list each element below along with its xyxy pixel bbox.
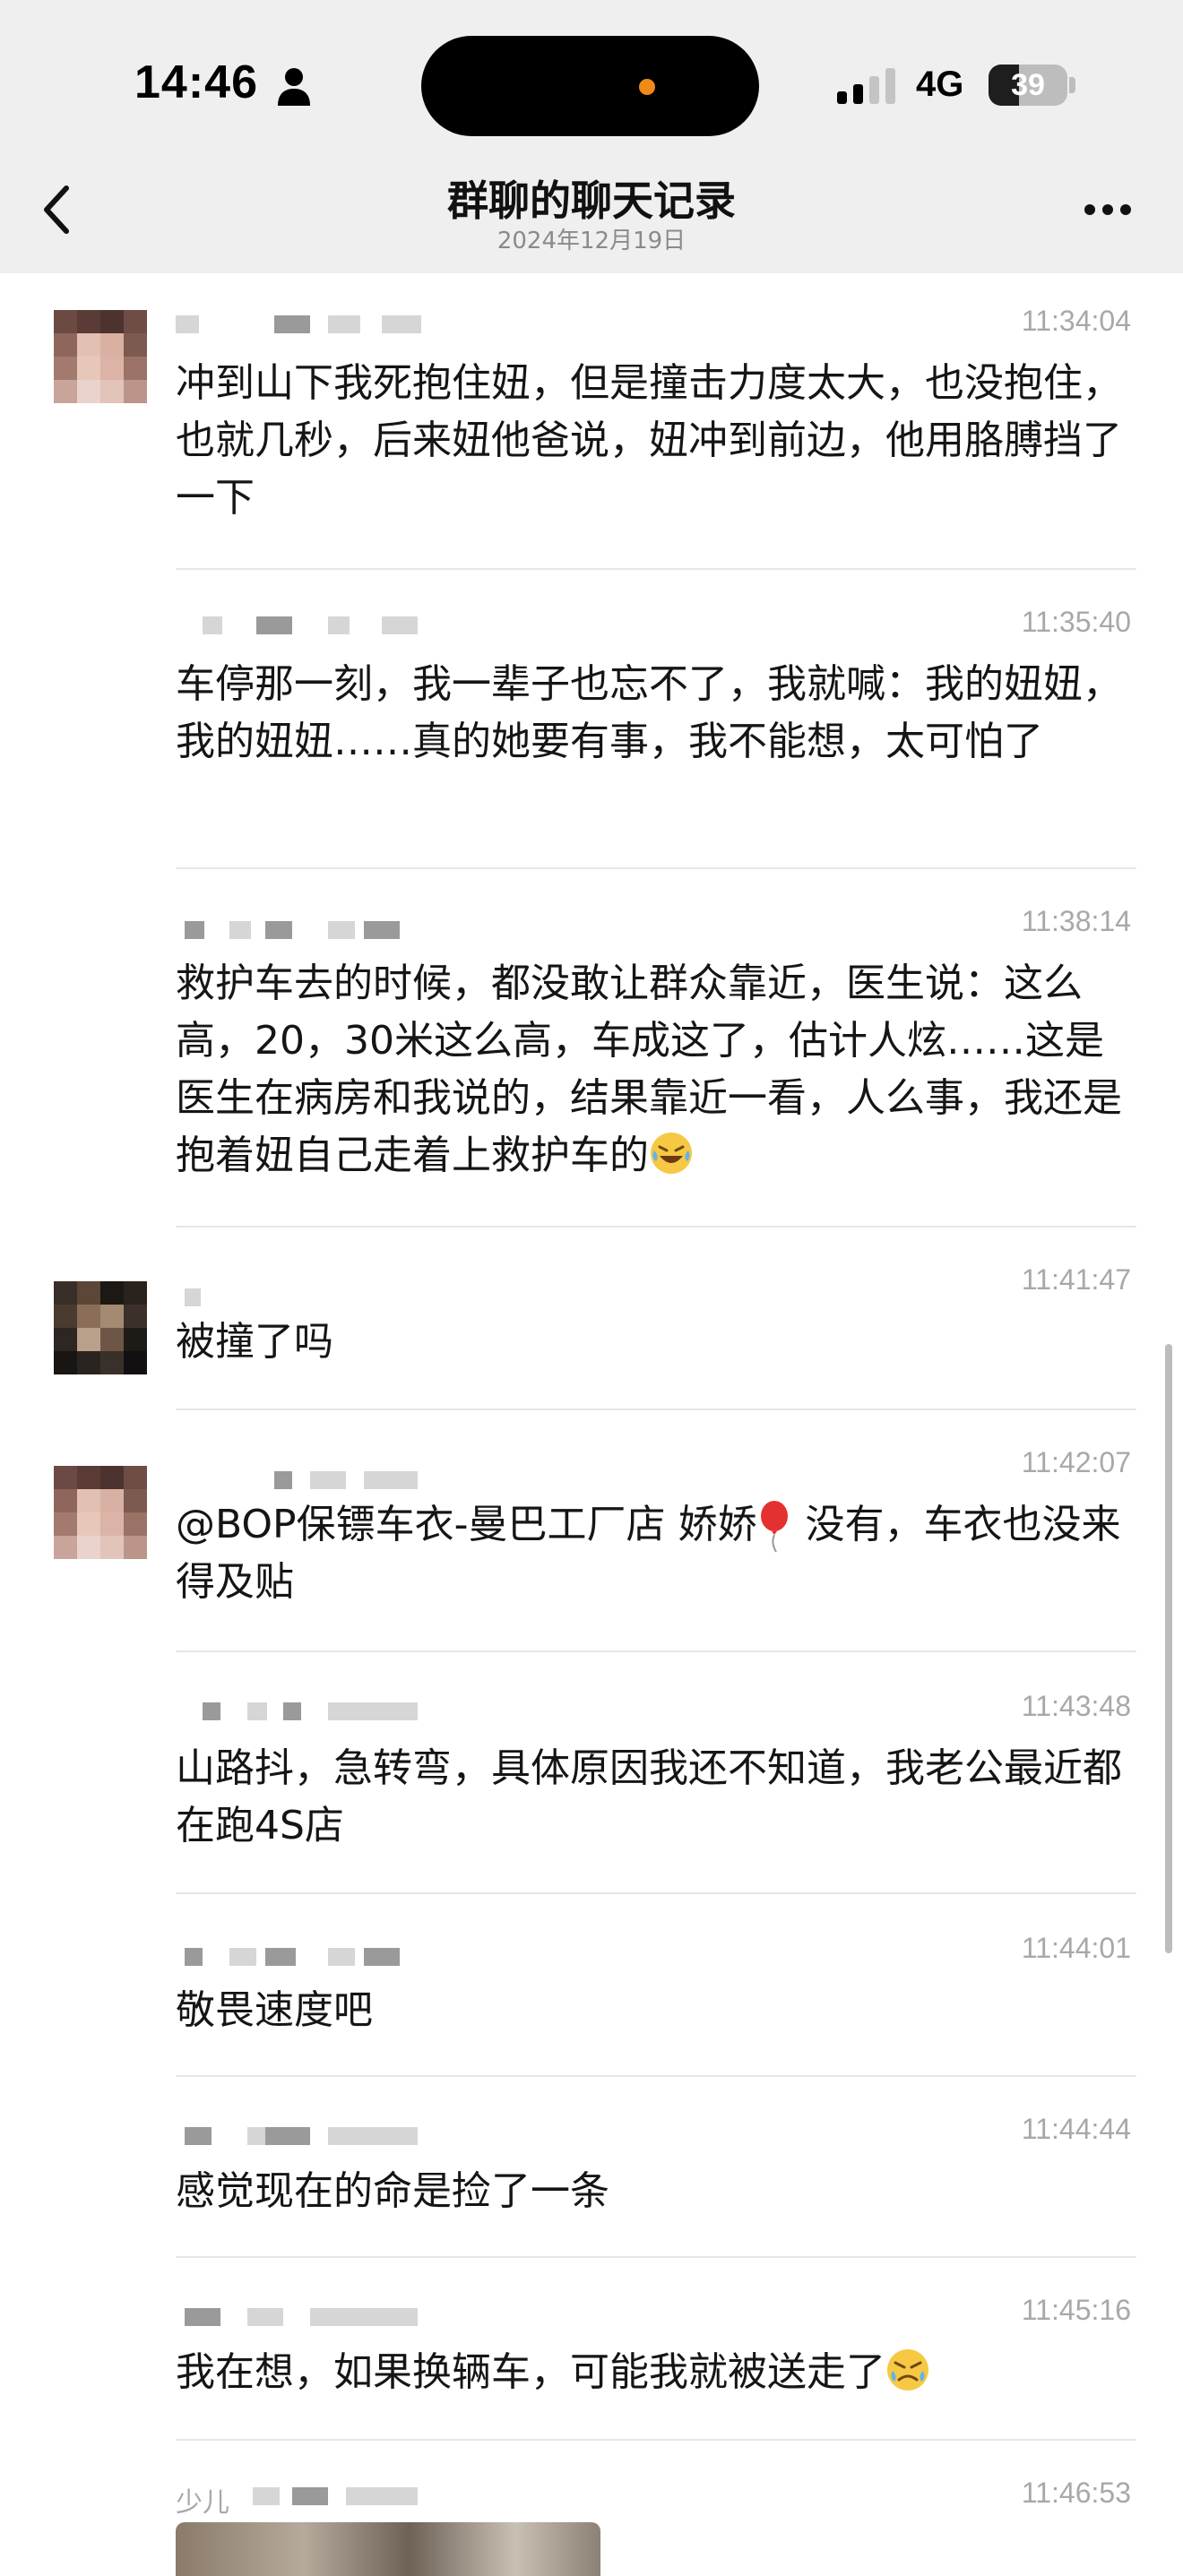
battery-level: 39 xyxy=(1011,68,1045,102)
sender-name-blurred xyxy=(176,914,445,944)
message-divider xyxy=(176,2075,1136,2077)
message-text: 我在想，如果换辆车，可能我就被送走了 xyxy=(176,2344,1135,2401)
mention-link[interactable]: @BOP保镖车衣-曼巴工厂店 娇娇 xyxy=(176,1502,756,1547)
battery-cap xyxy=(1069,77,1075,93)
message-text: 山路抖，急转弯，具体原因我还不知道，我老公最近都在跑4S店 xyxy=(176,1745,1122,1848)
message-divider xyxy=(176,1650,1136,1652)
page-title: 群聊的聊天记录 xyxy=(447,177,736,225)
sender-name-blurred xyxy=(176,308,445,339)
sender-name-blurred xyxy=(176,1464,445,1495)
message-divider xyxy=(176,1409,1136,1410)
message-text: 冲到山下我死抱住妞，但是撞击力度太大，也没抱住，也就几秒，后来妞他爸说，妞冲到前… xyxy=(176,360,1122,521)
message-divider xyxy=(176,568,1136,570)
message-time: 11:35:40 xyxy=(1021,606,1131,638)
signal-bars-icon xyxy=(837,68,895,104)
top-bar: 14:46 4G 39 群聊的聊天记录 2024年12月19日 xyxy=(0,0,1183,273)
message-time: 11:46:53 xyxy=(1021,2477,1131,2509)
message-time: 11:41:47 xyxy=(1021,1263,1131,1296)
message-text: 被撞了吗 xyxy=(176,1319,333,1365)
scrollbar[interactable] xyxy=(1165,1344,1172,1953)
sender-name-blurred xyxy=(176,1941,445,1971)
message-text: 感觉现在的命是捡了一条 xyxy=(176,2168,609,2214)
recording-indicator-icon xyxy=(639,79,655,95)
sender-name-blurred xyxy=(176,1281,445,1312)
message-divider xyxy=(176,1892,1136,1894)
message-divider xyxy=(176,1226,1136,1228)
message-text: 车停那一刻，我一辈子也忘不了，我就喊：我的妞妞，我的妞妞……真的她要有事，我不能… xyxy=(176,661,1122,764)
message-divider xyxy=(176,2439,1136,2441)
message-time: 11:44:01 xyxy=(1021,1932,1131,1964)
message-time: 11:38:14 xyxy=(1021,905,1131,937)
page-date: 2024年12月19日 xyxy=(497,228,686,254)
sender-name-blurred xyxy=(176,609,445,640)
message-time: 11:43:48 xyxy=(1021,1690,1131,1722)
message-time: 11:44:44 xyxy=(1021,2113,1131,2145)
message-text: @BOP保镖车衣-曼巴工厂店 娇娇 没有，车衣也没来得及贴 xyxy=(176,1496,1135,1611)
message-text: 救护车去的时候，都没敢让群众靠近，医生说：这么高，20，30米这么高，车成这了，… xyxy=(176,955,1135,1185)
message-divider xyxy=(176,867,1136,869)
angry-face-emoji-icon xyxy=(887,2349,928,2391)
status-time: 14:46 xyxy=(134,56,258,108)
sender-name-blurred xyxy=(176,1695,445,1726)
message-text-body: 我在想，如果换辆车，可能我就被送走了 xyxy=(176,2349,885,2395)
dynamic-island xyxy=(421,36,759,136)
avatar[interactable] xyxy=(54,1466,147,1559)
image-thumbnail[interactable] xyxy=(176,2522,600,2576)
message-time: 11:34:04 xyxy=(1021,305,1131,337)
sender-name: 少儿 xyxy=(176,2480,445,2519)
avatar[interactable] xyxy=(54,310,147,403)
person-icon xyxy=(278,68,310,106)
message-time: 11:42:07 xyxy=(1021,1446,1131,1478)
sender-name-blurred xyxy=(176,2120,445,2150)
balloon-emoji-icon xyxy=(761,1501,789,1553)
message-time: 11:45:16 xyxy=(1021,2294,1131,2326)
message-text: 敬畏速度吧 xyxy=(176,1987,373,2033)
network-type: 4G xyxy=(916,65,964,104)
sender-name-blurred xyxy=(176,2301,445,2331)
ellipsis-icon[interactable] xyxy=(1083,202,1133,217)
battery-icon: 39 xyxy=(989,65,1067,106)
laughing-crying-emoji-icon xyxy=(651,1133,692,1174)
avatar[interactable] xyxy=(54,1281,147,1374)
message-divider xyxy=(176,2256,1136,2258)
